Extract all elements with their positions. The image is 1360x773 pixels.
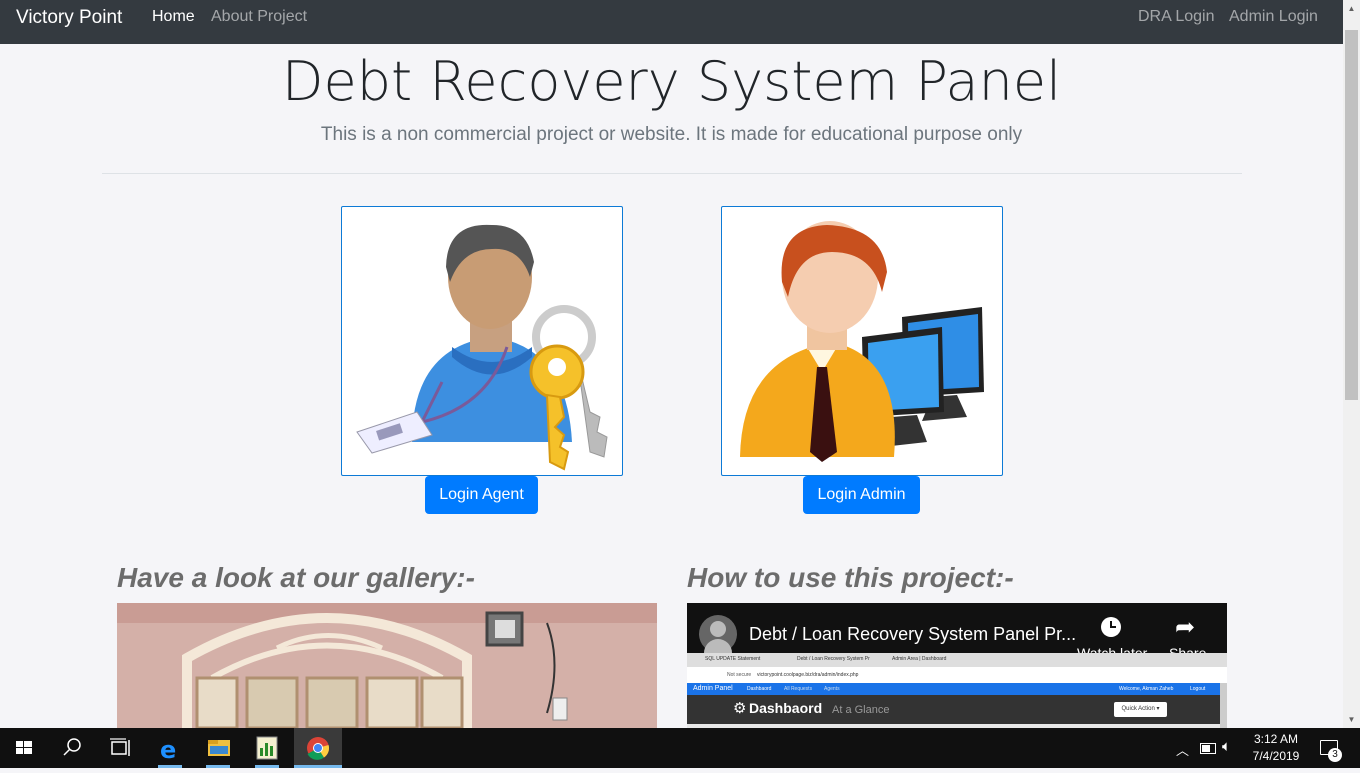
search-icon [63, 738, 81, 756]
howto-title: How to use this project:- [687, 562, 1014, 593]
login-admin-button[interactable]: Login Admin [803, 476, 920, 514]
video-thumbnail: SQL UPDATE Statement Debt / Loan Recover… [687, 653, 1227, 728]
inner-tab: SQL UPDATE Statement [705, 656, 761, 662]
inner-dashboard-sub: At a Glance [832, 704, 890, 716]
file-explorer-button[interactable] [194, 728, 242, 768]
windows-logo-icon [16, 741, 32, 754]
gallery-image[interactable] [117, 603, 657, 728]
divider [102, 173, 1242, 174]
scrollbar-thumb[interactable] [1345, 30, 1358, 400]
notification-count-badge: 3 [1328, 748, 1342, 762]
nav-dra-login[interactable]: DRA Login [1138, 8, 1215, 26]
inner-nav: All Requests [784, 686, 813, 692]
edge-button[interactable]: e [146, 728, 194, 768]
nav-admin-login[interactable]: Admin Login [1229, 8, 1318, 26]
edge-browser-icon: e [160, 736, 176, 764]
clock-time[interactable]: 3:12 AM [1246, 732, 1306, 746]
inner-url: victorypoint.coolpage.biz/dra/admin/inde… [757, 672, 859, 678]
start-button[interactable] [0, 728, 48, 768]
inner-quick-action: Quick Action ▾ [1114, 702, 1167, 717]
gallery-title: Have a look at our gallery:- [117, 562, 475, 593]
chrome-browser-icon [307, 737, 330, 760]
inner-nav: Dashbaord [747, 686, 772, 692]
inner-tab: Admin Area | Dashboard [892, 656, 947, 662]
brand-link[interactable]: Victory Point [16, 7, 122, 29]
lead-text: This is a non commercial project or webs… [320, 124, 1023, 145]
login-agent-button[interactable]: Login Agent [425, 476, 538, 514]
inner-tab: Debt / Loan Recovery System Pr [797, 656, 870, 662]
task-view-button[interactable] [96, 728, 144, 768]
video-title[interactable]: Debt / Loan Recovery System Panel Pr... [749, 624, 1076, 645]
folder-icon [208, 740, 230, 756]
admin-card[interactable] [721, 206, 1003, 476]
task-view-icon [110, 738, 130, 756]
volume-icon[interactable]: 🔈︎ [1222, 738, 1231, 755]
inner-logout: Logout [1190, 686, 1206, 692]
chart-app-button[interactable] [243, 728, 291, 768]
scroll-down-arrow-icon[interactable]: ▼ [1343, 711, 1360, 728]
windows-taskbar: e ︿ 🔈︎ 3:12 AM 7/4/2019 3 [0, 728, 1360, 768]
inner-welcome: Welcome, Akman Zaheb [1119, 686, 1174, 692]
channel-avatar[interactable] [699, 615, 737, 653]
scroll-up-arrow-icon[interactable]: ▲ [1343, 0, 1360, 17]
inner-gear-icon: ⚙ [733, 700, 747, 717]
youtube-video-embed[interactable]: Debt / Loan Recovery System Panel Pr... … [687, 603, 1227, 728]
search-button[interactable] [48, 728, 96, 768]
nav-home[interactable]: Home [152, 8, 195, 26]
inner-nav: Agents [824, 686, 840, 692]
chrome-button[interactable] [294, 728, 342, 768]
admin-with-computers-icon [740, 221, 984, 462]
nav-about-project[interactable]: About Project [211, 8, 307, 26]
inner-dashboard-title: Dashbaord [749, 700, 823, 716]
inner-not-secure: Not secure [727, 672, 752, 678]
clock-date[interactable]: 7/4/2019 [1246, 749, 1306, 763]
inner-admin-panel: Admin Panel [693, 685, 733, 692]
gallery-photo [117, 603, 657, 728]
top-navbar: Victory Point Home About Project DRA Log… [0, 0, 1343, 44]
page-title: Debt Recovery System Panel [281, 50, 1062, 113]
svg-text:e: e [160, 736, 176, 764]
chevron-up-icon[interactable]: ︿ [1176, 740, 1189, 759]
battery-icon[interactable] [1200, 743, 1216, 754]
share-icon[interactable]: ➦ [1175, 613, 1195, 642]
chart-app-icon [256, 736, 278, 760]
agent-card[interactable] [341, 206, 623, 476]
clock-icon[interactable] [1101, 617, 1121, 637]
agent-with-key-icon [356, 224, 608, 471]
